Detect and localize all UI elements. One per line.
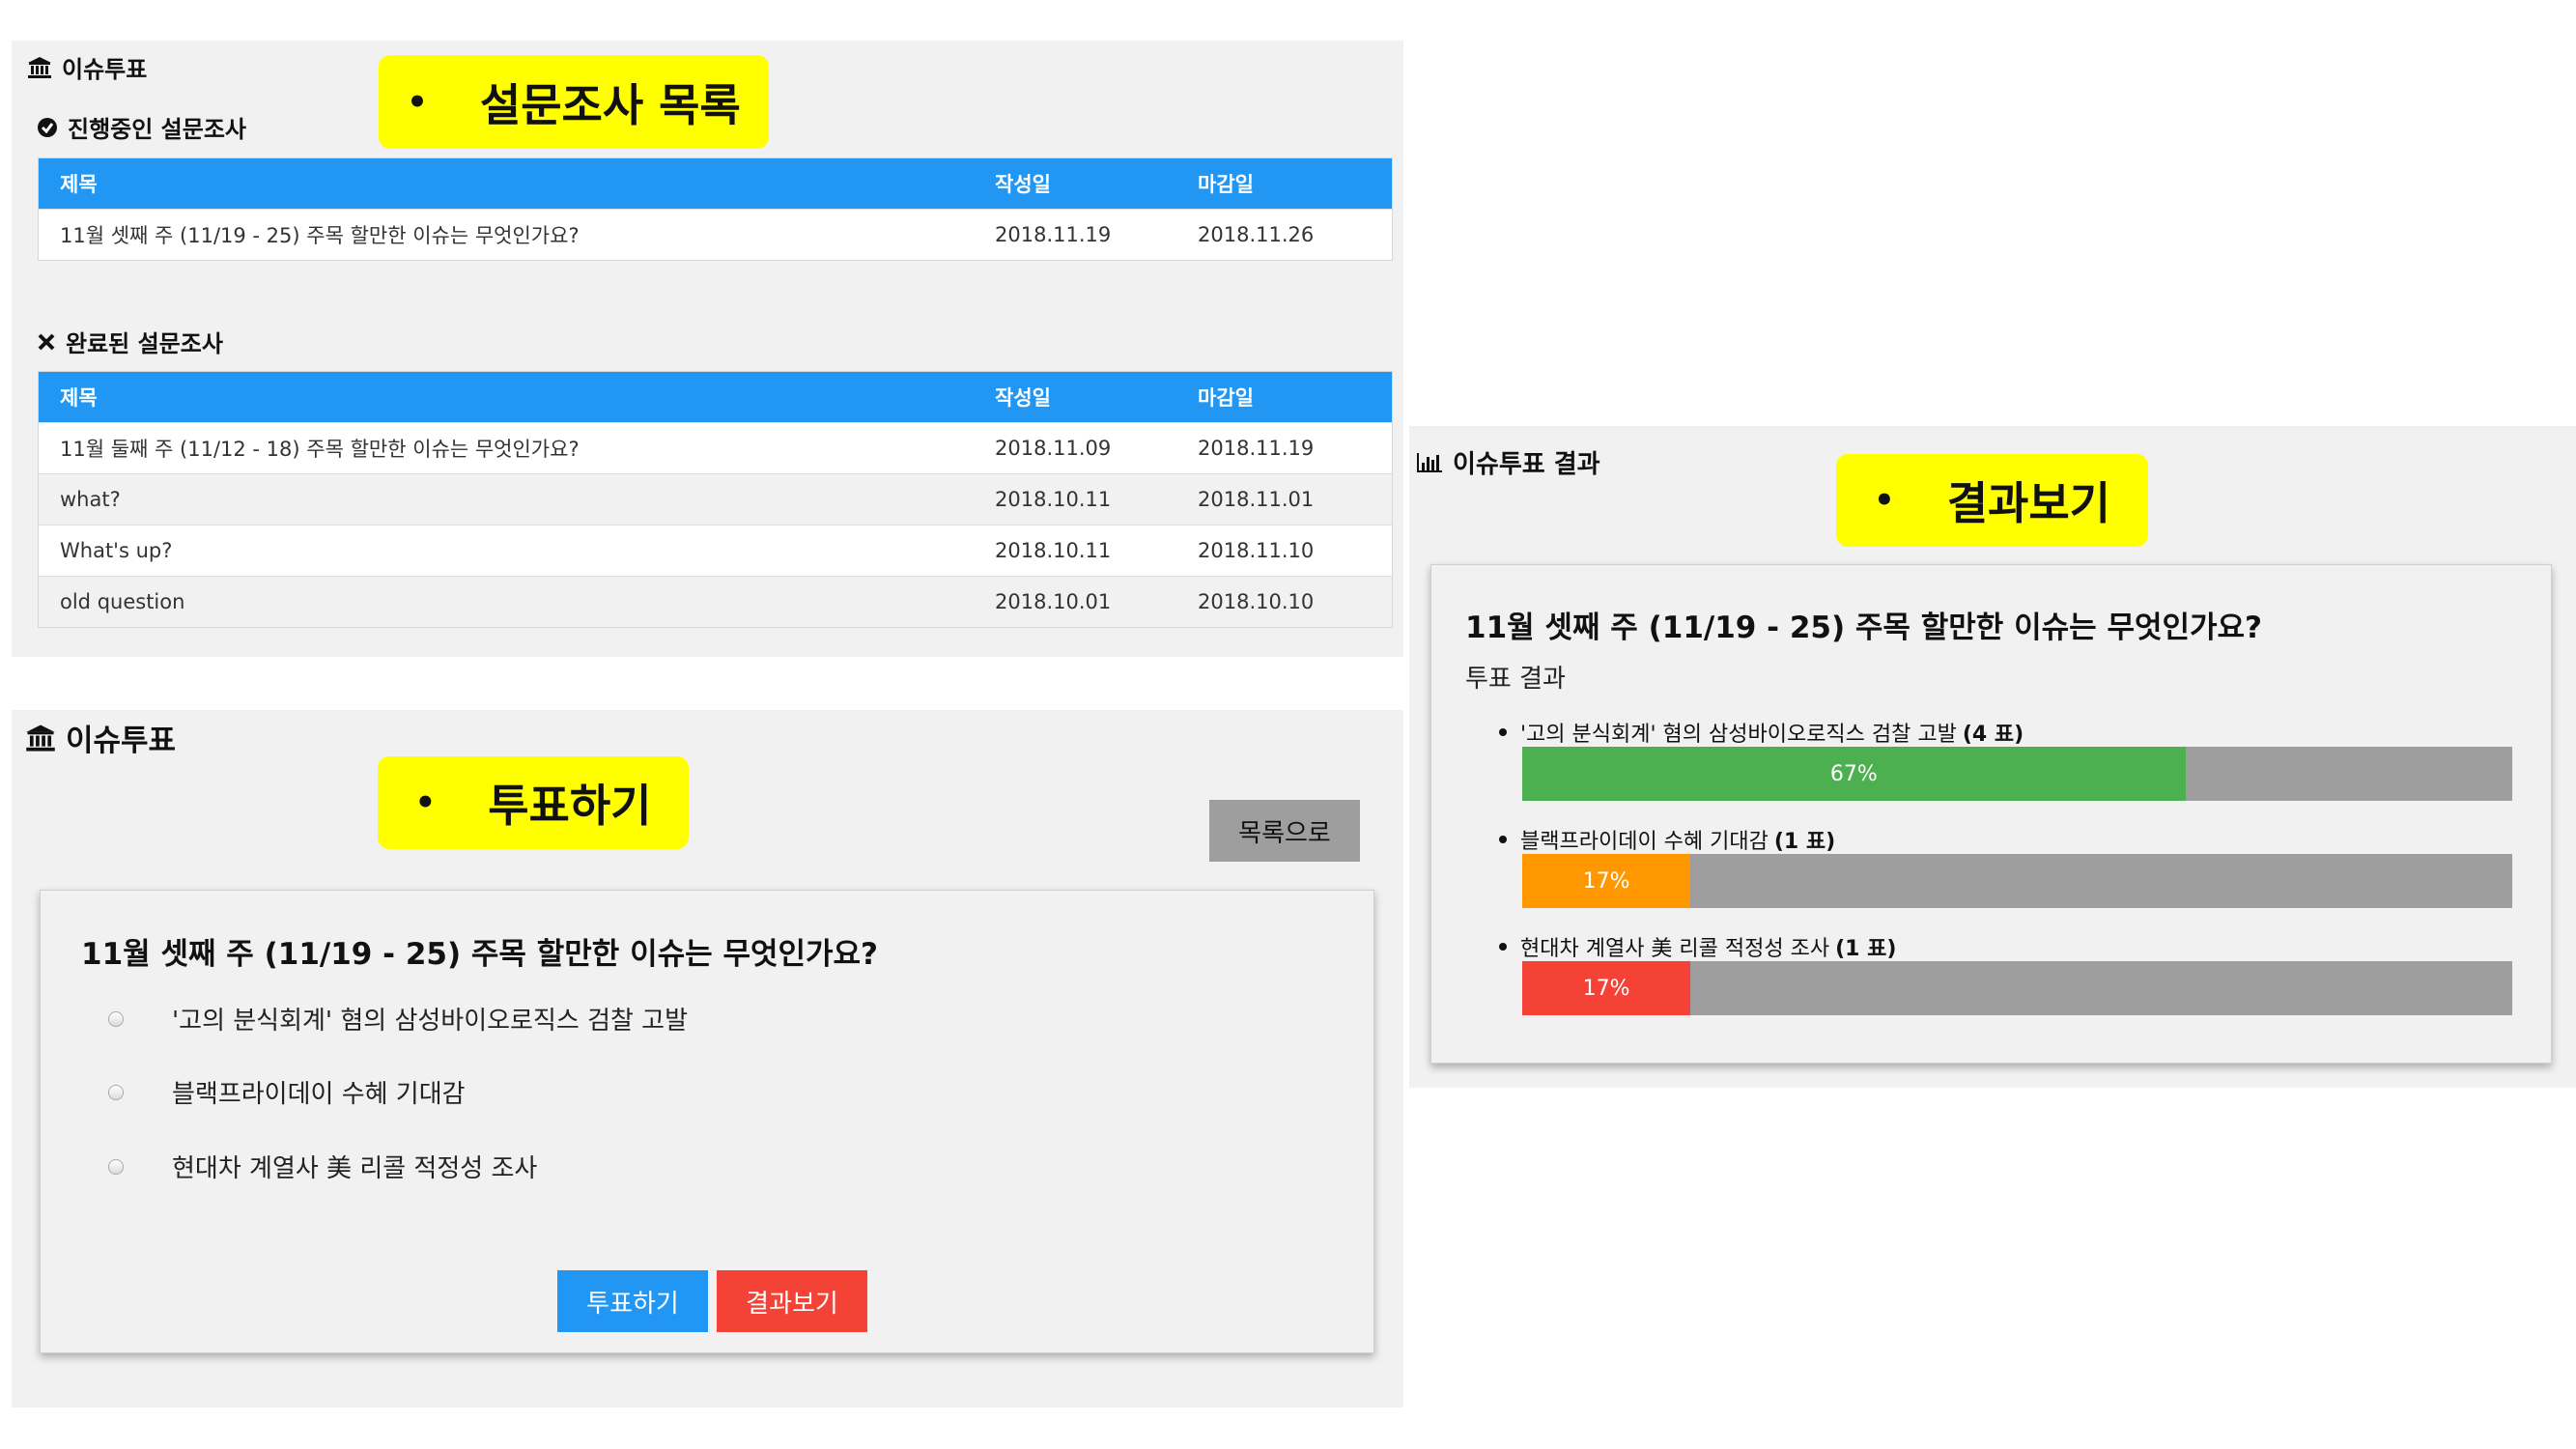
option-radio[interactable]	[108, 1084, 124, 1100]
ongoing-survey-table: 제목 작성일 마감일 11월 셋째 주 (11/19 - 25) 주목 할만한 …	[38, 157, 1393, 261]
result-item-label: 블랙프라이데이 수혜 기대감 (1 표)	[1499, 824, 1835, 855]
result-question-title: 11월 셋째 주 (11/19 - 25) 주목 할만한 이슈는 무엇인가요?	[1465, 611, 2263, 645]
table-header-row: 제목 작성일 마감일	[39, 158, 1392, 209]
table-row[interactable]: old question 2018.10.01 2018.10.10	[39, 576, 1392, 627]
deadline-date-cell: 2018.11.26	[1198, 223, 1315, 246]
vote-option[interactable]: '고의 분식회계' 혐의 삼성바이오로직스 검찰 고발	[108, 1001, 688, 1037]
created-date-cell: 2018.10.01	[995, 590, 1112, 613]
callout-label: 설문조사 목록	[479, 78, 741, 131]
table-header-row: 제목 작성일 마감일	[39, 372, 1392, 422]
bullet-dot	[1499, 943, 1507, 951]
result-bar-fill: 17%	[1522, 961, 1691, 1015]
vote-panel-header: 이슈투표	[25, 716, 176, 759]
vote-panel: 이슈투표 목록으로 11월 셋째 주 (11/19 - 25) 주목 할만한 이…	[12, 710, 1403, 1407]
callout-bullet: •	[1873, 481, 1895, 520]
list-panel-title: 이슈투표	[62, 56, 148, 83]
result-panel-header: 이슈투표 결과	[1416, 444, 1600, 480]
completed-survey-table: 제목 작성일 마감일 11월 둘째 주 (11/12 - 18) 주목 할만한 …	[38, 371, 1393, 628]
result-item-label: 현대차 계열사 美 리콜 적정성 조사 (1 표)	[1499, 931, 1896, 962]
survey-title-cell[interactable]: 11월 셋째 주 (11/19 - 25) 주목 할만한 이슈는 무엇인가요?	[60, 210, 580, 260]
result-panel-title: 이슈투표 결과	[1453, 450, 1600, 479]
result-label: 현대차 계열사 美 리콜 적정성 조사	[1520, 937, 1830, 961]
result-percent: 67%	[1829, 761, 1878, 786]
result-bar: 67%	[1522, 747, 2512, 801]
column-header-deadline: 마감일	[1198, 173, 1254, 196]
column-header-title: 제목	[60, 386, 98, 410]
survey-title-cell[interactable]: 11월 둘째 주 (11/12 - 18) 주목 할만한 이슈는 무엇인가요?	[60, 423, 580, 473]
table-row[interactable]: 11월 둘째 주 (11/12 - 18) 주목 할만한 이슈는 무엇인가요? …	[39, 422, 1392, 473]
option-label[interactable]: '고의 분식회계' 혐의 삼성바이오로직스 검찰 고발	[172, 1001, 688, 1037]
result-bar-fill: 67%	[1522, 747, 2186, 801]
created-date-cell: 2018.11.19	[995, 223, 1112, 246]
completed-survey-heading: 완료된 설문조사	[37, 325, 223, 358]
column-header-created: 작성일	[995, 386, 1051, 410]
result-vote-count: (1 표)	[1773, 830, 1836, 854]
column-header-deadline: 마감일	[1198, 386, 1254, 410]
survey-title-cell[interactable]: old question	[60, 577, 184, 627]
result-bar: 17%	[1522, 854, 2512, 908]
bullet-dot	[1499, 836, 1507, 843]
column-header-created: 작성일	[995, 173, 1051, 196]
vote-option[interactable]: 현대차 계열사 美 리콜 적정성 조사	[108, 1149, 537, 1184]
check-circle-icon	[38, 117, 57, 137]
created-date-cell: 2018.11.09	[995, 437, 1112, 460]
callout-bullet: •	[414, 783, 437, 822]
callout-vote: • 투표하기	[378, 756, 689, 849]
ongoing-survey-heading: 진행중인 설문조사	[37, 110, 246, 144]
back-to-list-button[interactable]: 목록으로	[1209, 800, 1360, 862]
callout-label: 결과보기	[1946, 477, 2110, 529]
callout-bullet: •	[407, 82, 428, 122]
result-vote-count: (4 표)	[1962, 723, 2024, 747]
vote-option[interactable]: 블랙프라이데이 수혜 기대감	[108, 1074, 466, 1110]
deadline-date-cell: 2018.11.01	[1198, 488, 1315, 511]
vote-button[interactable]: 투표하기	[557, 1270, 708, 1332]
option-radio[interactable]	[108, 1010, 124, 1027]
table-row[interactable]: 11월 셋째 주 (11/19 - 25) 주목 할만한 이슈는 무엇인가요? …	[39, 209, 1392, 260]
list-panel-header: 이슈투표	[27, 50, 147, 84]
bar-chart-icon	[1417, 452, 1442, 472]
result-subtitle: 투표 결과	[1465, 665, 1566, 694]
result-bar-fill: 17%	[1522, 854, 1691, 908]
close-icon	[38, 333, 55, 350]
deadline-date-cell: 2018.10.10	[1198, 590, 1315, 613]
vote-card: 11월 셋째 주 (11/19 - 25) 주목 할만한 이슈는 무엇인가요? …	[40, 890, 1374, 1353]
table-row[interactable]: What's up? 2018.10.11 2018.11.10	[39, 525, 1392, 576]
result-label: 블랙프라이데이 수혜 기대감	[1520, 830, 1769, 854]
bank-icon	[26, 724, 55, 752]
vote-question-title: 11월 셋째 주 (11/19 - 25) 주목 할만한 이슈는 무엇인가요?	[81, 937, 879, 972]
option-label[interactable]: 현대차 계열사 美 리콜 적정성 조사	[172, 1149, 537, 1184]
vote-panel-title: 이슈투표	[66, 724, 177, 758]
result-item-label: '고의 분식회계' 혐의 삼성바이오로직스 검찰 고발 (4 표)	[1499, 717, 2024, 748]
result-vote-count: (1 표)	[1835, 937, 1897, 961]
option-radio[interactable]	[108, 1158, 124, 1175]
callout-label: 투표하기	[488, 780, 652, 832]
created-date-cell: 2018.10.11	[995, 539, 1112, 562]
ongoing-survey-heading-label: 진행중인 설문조사	[68, 116, 246, 143]
callout-survey-list: • 설문조사 목록	[379, 55, 769, 149]
completed-survey-heading-label: 완료된 설문조사	[66, 330, 223, 357]
deadline-date-cell: 2018.11.10	[1198, 539, 1315, 562]
result-percent: 17%	[1582, 976, 1630, 1001]
option-label[interactable]: 블랙프라이데이 수혜 기대감	[172, 1074, 466, 1110]
result-label: '고의 분식회계' 혐의 삼성바이오로직스 검찰 고발	[1520, 723, 1957, 747]
created-date-cell: 2018.10.11	[995, 488, 1112, 511]
deadline-date-cell: 2018.11.19	[1198, 437, 1315, 460]
survey-title-cell[interactable]: What's up?	[60, 526, 172, 576]
survey-title-cell[interactable]: what?	[60, 474, 121, 525]
result-percent: 17%	[1582, 868, 1630, 894]
bullet-dot	[1499, 728, 1507, 736]
column-header-title: 제목	[60, 173, 98, 196]
view-results-button[interactable]: 결과보기	[717, 1270, 867, 1332]
table-row[interactable]: what? 2018.10.11 2018.11.01	[39, 473, 1392, 525]
callout-results: • 결과보기	[1836, 454, 2148, 547]
bank-icon	[28, 56, 51, 78]
result-bar: 17%	[1522, 961, 2512, 1015]
